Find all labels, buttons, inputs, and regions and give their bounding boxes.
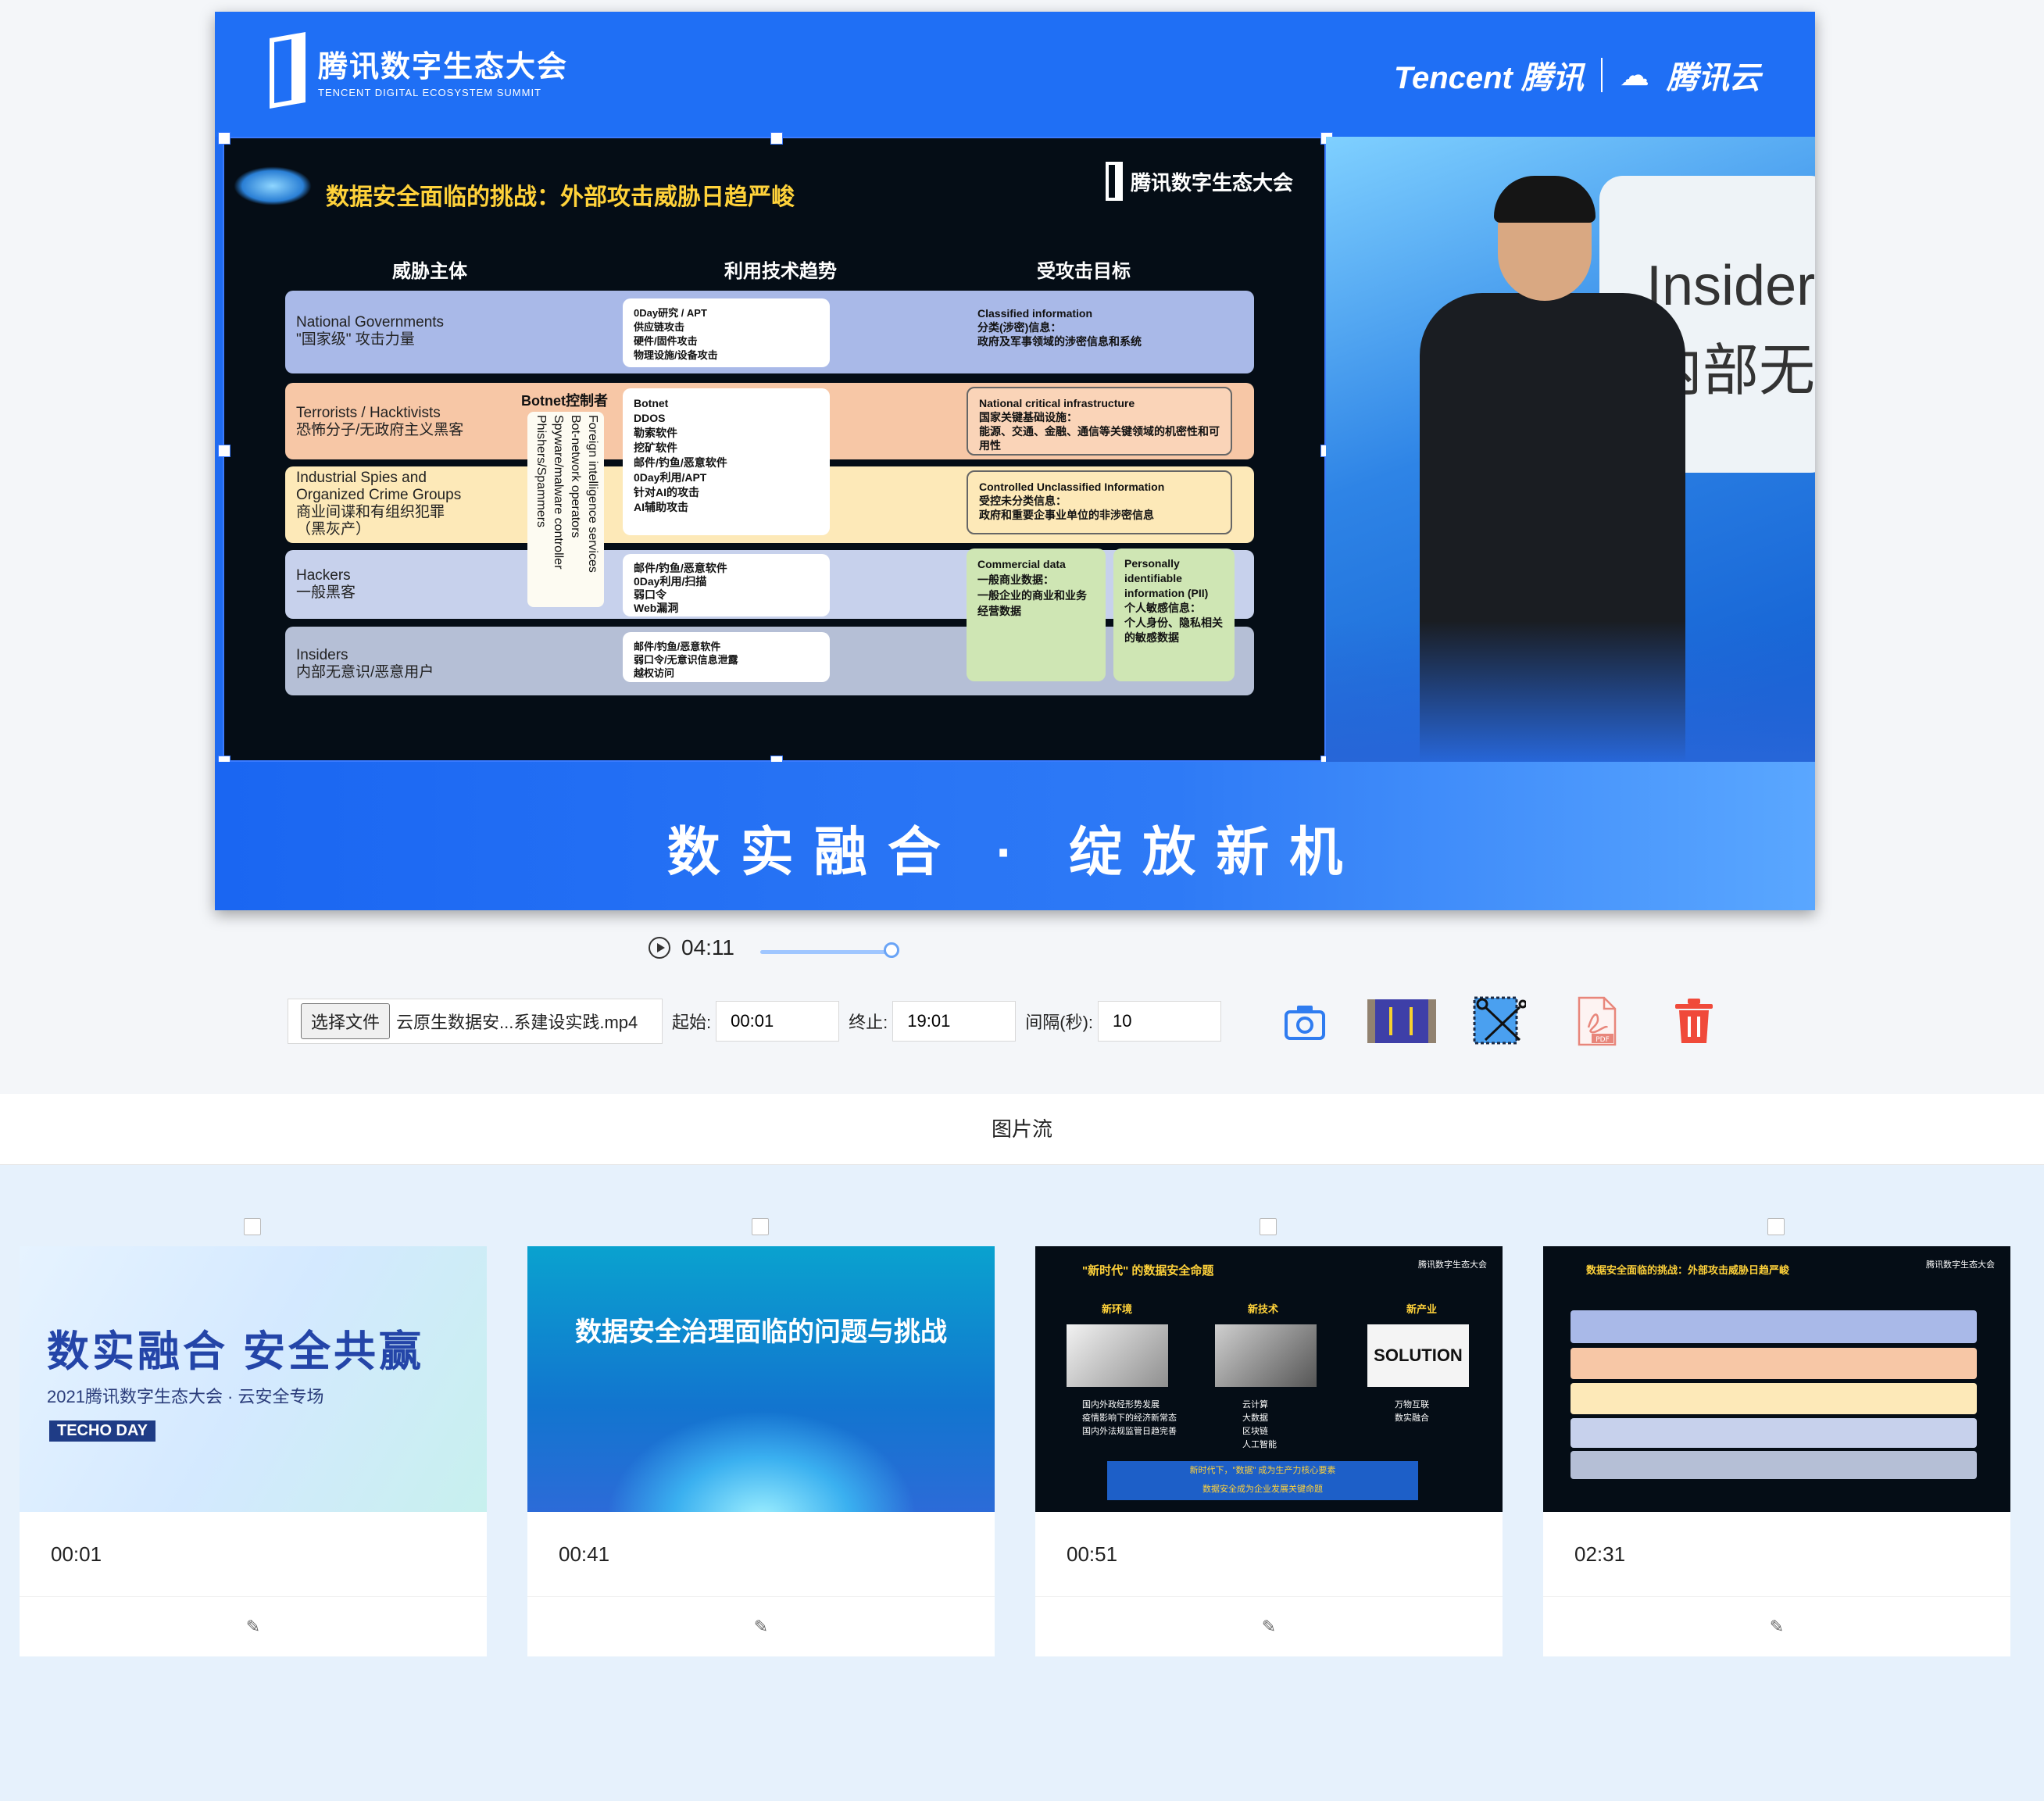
interval-label: 间隔(秒): [1025,1013,1094,1032]
frame-card: 数实融合 安全共赢 2021腾讯数字生态大会 · 云安全专场 TECHO DAY… [20,1218,487,1656]
frame-time: 00:51 [1035,1512,1503,1596]
target-box: Classified information 分类(涉密)信息： 政府及军事领域… [967,298,1240,367]
resize-handle[interactable] [770,132,783,145]
player-controls: 04:11 [649,935,734,960]
summit-logo-icon [270,31,306,109]
frame-time: 02:31 [1543,1512,2010,1596]
summit-name-en: TENCENT DIGITAL ECOSYSTEM SUMMIT [318,87,542,98]
frame-card: "新时代" 的数据安全命题 腾讯数字生态大会 新环境 新技术 新产业 SOLUT… [1035,1218,1503,1656]
frame-time: 00:41 [527,1512,995,1596]
tech-box: Botnet DDOS 勒索软件 挖矿软件 邮件/钓鱼/恶意软件 0Day利用/… [623,388,830,535]
resize-handle[interactable] [218,132,230,145]
slide-region[interactable]: 数据安全面临的挑战：外部攻击威胁日趋严峻 腾讯数字生态大会 威胁主体 利用技术趋… [218,132,1333,768]
interval-input[interactable] [1098,1001,1222,1042]
end-input[interactable] [892,1001,1017,1042]
frame-thumbnail[interactable]: 数据安全治理面临的问题与挑战 [527,1246,995,1512]
frame-card: 数据安全治理面临的问题与挑战 00:41 ✎ [527,1218,995,1656]
column-header: 受攻击目标 [1037,261,1131,282]
frame-thumbnail[interactable]: 数实融合 安全共赢 2021腾讯数字生态大会 · 云安全专场 TECHO DAY [20,1246,487,1512]
progress-knob[interactable] [884,942,899,958]
frame-checkbox[interactable] [752,1218,769,1235]
summit-logo: 腾讯数字生态大会 TENCENT DIGITAL ECOSYSTEM SUMMI… [270,31,569,109]
slogan: 数实融合 · 绽放新机 [666,823,1363,882]
target-box: National critical infrastructure 国家关键基础设… [967,387,1232,456]
video-header: 腾讯数字生态大会 TENCENT DIGITAL ECOSYSTEM SUMMI… [215,12,1815,137]
frame-checkbox[interactable] [1767,1218,1785,1235]
frame-thumbnail[interactable]: 数据安全面临的挑战：外部攻击威胁日趋严峻 腾讯数字生态大会 [1543,1246,2010,1512]
edit-icon[interactable]: ✎ [527,1596,995,1656]
tencent-cloud-logo: 腾讯云 [1667,61,1760,95]
column-header: 利用技术趋势 [724,261,837,282]
trash-icon[interactable] [1672,996,1716,1046]
svg-text:PDF: PDF [1596,1036,1610,1044]
progress-bar[interactable] [760,950,893,954]
resize-handle[interactable] [218,445,230,457]
speaker-stage: Insider 内部无 [1326,137,1815,762]
film-strip-icon[interactable] [1366,996,1438,1046]
video-player[interactable]: 腾讯数字生态大会 TENCENT DIGITAL ECOSYSTEM SUMMI… [215,12,1815,910]
file-name: 云原生数据安...系建设实践.mp4 [396,1013,638,1032]
frame-checkbox[interactable] [244,1218,261,1235]
tech-box: 邮件/钓鱼/恶意软件 弱口令/无意识信息泄露 越权访问 [623,632,830,682]
target-box: Commercial data 一般商业数据： 一般企业的商业和业务经营数据 [967,549,1106,681]
botnet-label: Botnet控制者 [521,393,608,409]
start-label: 起始: [672,1013,712,1032]
current-time: 04:11 [681,935,734,959]
end-label: 终止: [849,1013,888,1032]
video-footer: 数实融合 · 绽放新机 [215,762,1815,910]
summit-logo-icon [1105,162,1123,201]
actor-labels: Foreign intelligence services Bot-networ… [527,412,604,607]
gallery-title: 图片流 [0,1094,2044,1165]
slide-logo: 腾讯数字生态大会 [1105,162,1293,201]
tech-box: 0Day研究 / APT 供应链攻击 硬件/固件攻击 物理设施/设备攻击 [623,298,830,367]
tencent-logo: Tencent 腾讯 [1394,61,1584,95]
flower-icon [234,166,312,205]
target-box: Personally identifiable information (PII… [1113,549,1235,681]
pdf-icon[interactable]: PDF [1574,996,1618,1046]
edit-icon[interactable]: ✎ [20,1596,487,1656]
frame-time: 00:01 [20,1512,487,1596]
frame-card: 数据安全面临的挑战：外部攻击威胁日趋严峻 腾讯数字生态大会 02:31 ✎ [1543,1218,2010,1656]
cut-image-icon[interactable] [1471,996,1526,1046]
camera-icon[interactable] [1281,996,1328,1046]
column-header: 威胁主体 [392,261,467,282]
edit-icon[interactable]: ✎ [1543,1596,2010,1656]
frame-checkbox[interactable] [1260,1218,1277,1235]
summit-name-cn: 腾讯数字生态大会 [318,51,569,84]
play-icon[interactable] [649,937,670,959]
tech-box: 邮件/钓鱼/恶意软件 0Day利用/扫描 弱口令 Web漏洞 [623,554,830,616]
image-gallery: 数实融合 安全共赢 2021腾讯数字生态大会 · 云安全专场 TECHO DAY… [0,1165,2044,1801]
toolbar: 选择文件 云原生数据安...系建设实践.mp4 起始: 终止: 间隔(秒): [288,999,1222,1044]
brand-logos: Tencent 腾讯 ☁ 腾讯云 [1394,52,1760,98]
file-picker: 选择文件 云原生数据安...系建设实践.mp4 [288,999,663,1044]
slide-title: 数据安全面临的挑战：外部攻击威胁日趋严峻 [326,184,795,210]
cloud-icon: ☁ [1620,59,1649,92]
edit-icon[interactable]: ✎ [1035,1596,1503,1656]
frame-thumbnail[interactable]: "新时代" 的数据安全命题 腾讯数字生态大会 新环境 新技术 新产业 SOLUT… [1035,1246,1503,1512]
choose-file-button[interactable]: 选择文件 [301,1003,391,1039]
target-box: Controlled Unclassified Information 受控未分… [967,470,1232,534]
start-input[interactable] [716,1001,840,1042]
